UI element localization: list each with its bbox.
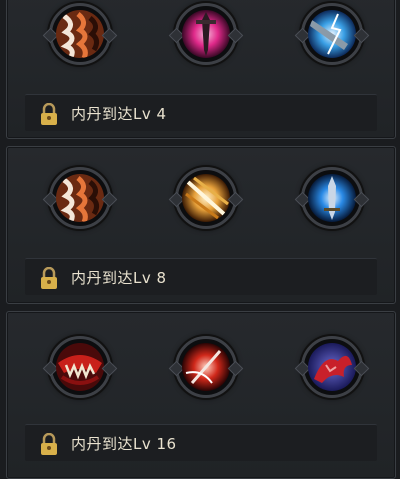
blue-blade-skill-icon [308,174,356,222]
unlock-requirement-label: 内丹到达Lv 8 [71,269,167,287]
lock-icon [41,103,57,125]
tiger-stripe-skill-icon [56,10,104,58]
skill-slot[interactable] [175,167,237,229]
skill-slot[interactable] [49,336,111,398]
beast-jaw-skill-icon [56,343,104,391]
skill-slot[interactable] [301,336,363,398]
unlock-requirement-row: 内丹到达Lv 8 [25,258,377,295]
skill-slot[interactable] [49,3,111,65]
unlock-requirement-row: 内丹到达Lv 16 [25,424,377,461]
tiger-stripe-skill-icon [56,174,104,222]
unlock-requirement-row: 内丹到达Lv 4 [25,94,377,131]
lightning-blade-skill-icon [308,10,356,58]
skill-slot[interactable] [301,3,363,65]
golden-slash-skill-icon [182,174,230,222]
skill-tier-panel-1: 内丹到达Lv 4 [6,0,396,139]
unlock-requirement-label: 内丹到达Lv 16 [71,435,177,453]
pink-sword-skill-icon [182,10,230,58]
red-dragon-skill-icon [308,343,356,391]
skill-slot[interactable] [175,3,237,65]
lock-icon [41,267,57,289]
lock-icon [41,433,57,455]
skill-tier-panel-2: 内丹到达Lv 8 [6,146,396,304]
crimson-slash-skill-icon [182,343,230,391]
skill-slot[interactable] [49,167,111,229]
unlock-requirement-label: 内丹到达Lv 4 [71,105,167,123]
skill-slot[interactable] [301,167,363,229]
skill-slot[interactable] [175,336,237,398]
skill-tier-panel-3: 内丹到达Lv 16 [6,311,396,479]
